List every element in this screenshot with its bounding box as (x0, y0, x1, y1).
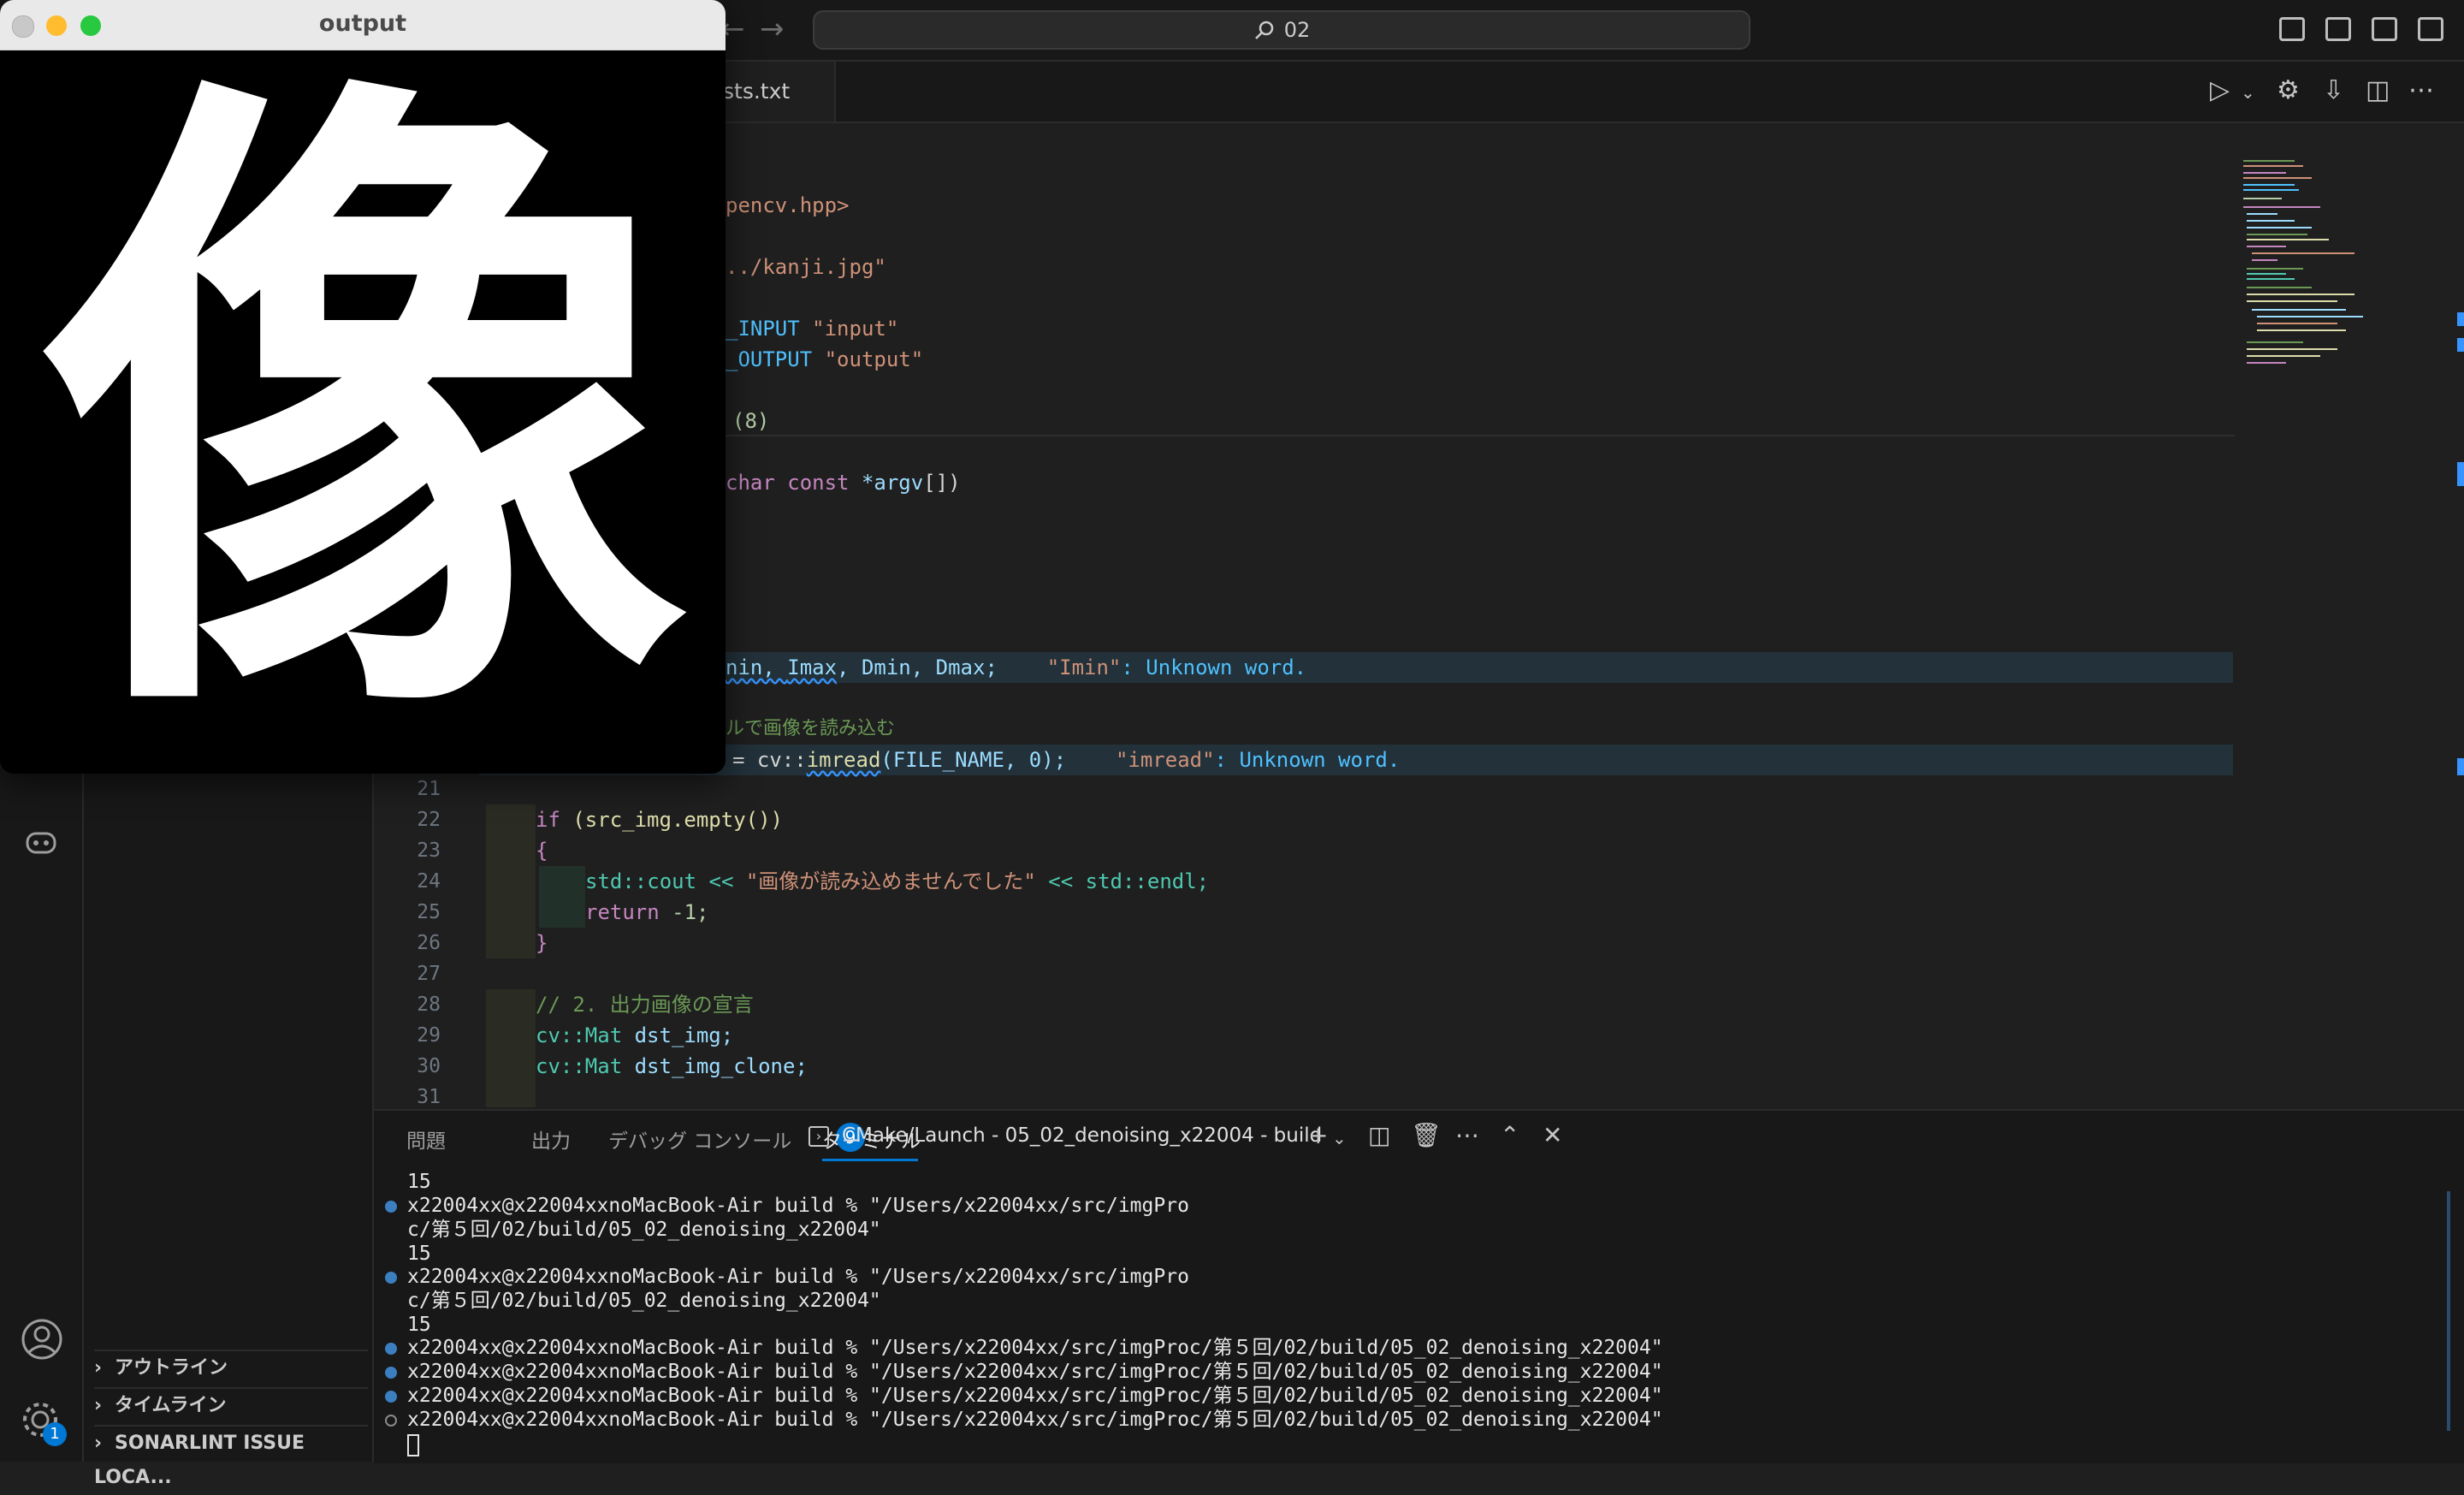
maximize-panel-icon[interactable]: ⌃ (1500, 1121, 1519, 1149)
minimap[interactable] (2235, 154, 2440, 394)
split-editor-icon[interactable]: ◫ (2366, 75, 2390, 105)
code-line-main: char const *argv[]) (726, 471, 961, 495)
indent-guide (486, 804, 536, 958)
toggle-sidebar-icon[interactable] (2279, 17, 2305, 41)
scroll-marker (2457, 462, 2464, 486)
line-number: 22 (417, 809, 441, 831)
command-success-dot-icon (385, 1272, 397, 1284)
code-line-22: if (src_img.empty()) (536, 808, 783, 832)
code-line-include: pencv.hpp> (726, 193, 850, 217)
chevron-right-icon: › (94, 1433, 103, 1454)
scroll-marker (2457, 758, 2464, 775)
indent-guide (486, 989, 536, 1107)
line-number: 30 (417, 1055, 441, 1077)
command-success-dot-icon (385, 1201, 397, 1213)
code-line-28: // 2. 出力画像の宣言 (536, 993, 754, 1017)
code-line-24: std::cout << "画像が読み込めませんでした" << std::end… (585, 869, 1210, 893)
search-icon (1254, 21, 1273, 39)
chevron-right-icon: › (94, 1395, 103, 1416)
toggle-panel-icon[interactable] (2325, 17, 2351, 41)
copilot-icon[interactable] (22, 823, 60, 861)
active-tab-indicator (822, 1159, 918, 1161)
output-window[interactable]: output 像 (0, 0, 726, 774)
code-line-decl: nin, Imax, Dmin, Dmax; "Imin": Unknown w… (726, 656, 1307, 679)
tab-output[interactable]: 出力 (531, 1124, 571, 1154)
command-center-search[interactable]: 02 (813, 10, 1750, 50)
close-icon[interactable]: ✕ (1543, 1121, 1562, 1149)
terminal-scrollbar[interactable] (2447, 1191, 2450, 1431)
tab-debug-console[interactable]: デバッグ コンソール (608, 1124, 791, 1154)
terminal-line: c/第５回/02/build/05_02_denoising_x22004" (407, 1290, 881, 1312)
terminal-line: x22004xx@x22004xxnoMacBook-Air build % "… (407, 1361, 1663, 1383)
terminal-line: x22004xx@x22004xxnoMacBook-Air build % "… (407, 1266, 1189, 1288)
code-line-win-input: _INPUT "input" (726, 317, 899, 341)
line-number: 24 (417, 870, 441, 893)
line-number: 21 (417, 778, 441, 800)
gear-icon[interactable]: ⚙ (2277, 75, 2300, 105)
run-icon[interactable]: ▷ (2210, 75, 2230, 105)
command-pending-dot-icon (385, 1415, 397, 1427)
output-image: 像 (38, 33, 688, 774)
code-line-file: ../kanji.jpg" (726, 255, 886, 279)
line-number: 27 (417, 963, 441, 985)
code-line-30: cv::Mat dst_img_clone; (536, 1054, 808, 1078)
terminal-line: x22004xx@x22004xxnoMacBook-Air build % "… (407, 1385, 1663, 1407)
terminal-cursor (407, 1434, 419, 1456)
more-icon[interactable]: ⋯ (1455, 1121, 1479, 1149)
search-text: 02 (1283, 18, 1311, 42)
line-number: 23 (417, 839, 441, 862)
terminal-line: 15 (407, 1314, 431, 1336)
code-line-win-output: _OUTPUT "output" (726, 347, 924, 371)
chevron-down-icon[interactable]: ⌄ (1332, 1128, 1347, 1148)
toggle-secondary-sidebar-icon[interactable] (2372, 17, 2397, 41)
chevron-right-icon: › (94, 1357, 103, 1379)
command-success-dot-icon (385, 1367, 397, 1379)
line-number: 25 (417, 901, 441, 923)
line-number: 29 (417, 1024, 441, 1047)
tab-label: sts.txt (723, 79, 791, 104)
code-line-define: (8) (732, 409, 770, 433)
code-line-23: { (536, 839, 548, 863)
terminal-line: 15 (407, 1243, 431, 1265)
scroll-marker (2457, 338, 2464, 352)
forward-arrow-icon[interactable]: → (760, 12, 785, 46)
terminal-line: 15 (407, 1171, 431, 1193)
command-success-dot-icon (385, 1343, 397, 1355)
sidebar-section-sonarlint[interactable]: › SONARLINT ISSUE LOCA... (94, 1425, 368, 1488)
code-line-26: } (536, 931, 548, 955)
code-line-comment-read: ルで画像を読み込む (726, 718, 896, 739)
account-icon[interactable] (21, 1318, 63, 1361)
add-terminal-icon[interactable]: + (1308, 1121, 1328, 1149)
line-number: 28 (417, 994, 441, 1016)
code-line-25: return -1; (585, 900, 709, 924)
indent-guide (539, 866, 585, 928)
tab-problems[interactable]: 問題 (406, 1124, 446, 1154)
code-line-imread: = cv::imread(FILE_NAME, 0); "imread": Un… (732, 748, 1401, 772)
split-terminal-icon[interactable]: ◫ (1368, 1121, 1390, 1149)
manage-badge: 1 (43, 1422, 67, 1446)
terminal-line: c/第５回/02/build/05_02_denoising_x22004" (407, 1219, 881, 1241)
customize-layout-icon[interactable] (2418, 17, 2443, 41)
sidebar-section-outline[interactable]: › アウトライン (94, 1350, 368, 1385)
sidebar-section-timeline[interactable]: › タイムライン (94, 1387, 368, 1423)
line-number: 31 (417, 1086, 441, 1108)
more-icon[interactable]: ⋯ (2408, 75, 2434, 105)
build-icon[interactable]: ⇩ (2323, 75, 2344, 105)
terminal-line: x22004xx@x22004xxnoMacBook-Air build % "… (407, 1195, 1189, 1217)
chevron-down-icon[interactable]: ⌄ (2241, 82, 2255, 103)
terminal-line: x22004xx@x22004xxnoMacBook-Air build % "… (407, 1409, 1663, 1431)
line-number: 26 (417, 932, 441, 954)
terminal-selector[interactable]: CMake/Launch - 05_02_denoising_x22004 - … (842, 1124, 1322, 1147)
code-line-29: cv::Mat dst_img; (536, 1023, 734, 1047)
terminal-line: x22004xx@x22004xxnoMacBook-Air build % "… (407, 1337, 1663, 1359)
terminal-icon: › (808, 1126, 829, 1147)
command-success-dot-icon (385, 1391, 397, 1403)
trash-icon[interactable]: 🗑 (1411, 1121, 1442, 1149)
scroll-marker (2457, 312, 2464, 326)
